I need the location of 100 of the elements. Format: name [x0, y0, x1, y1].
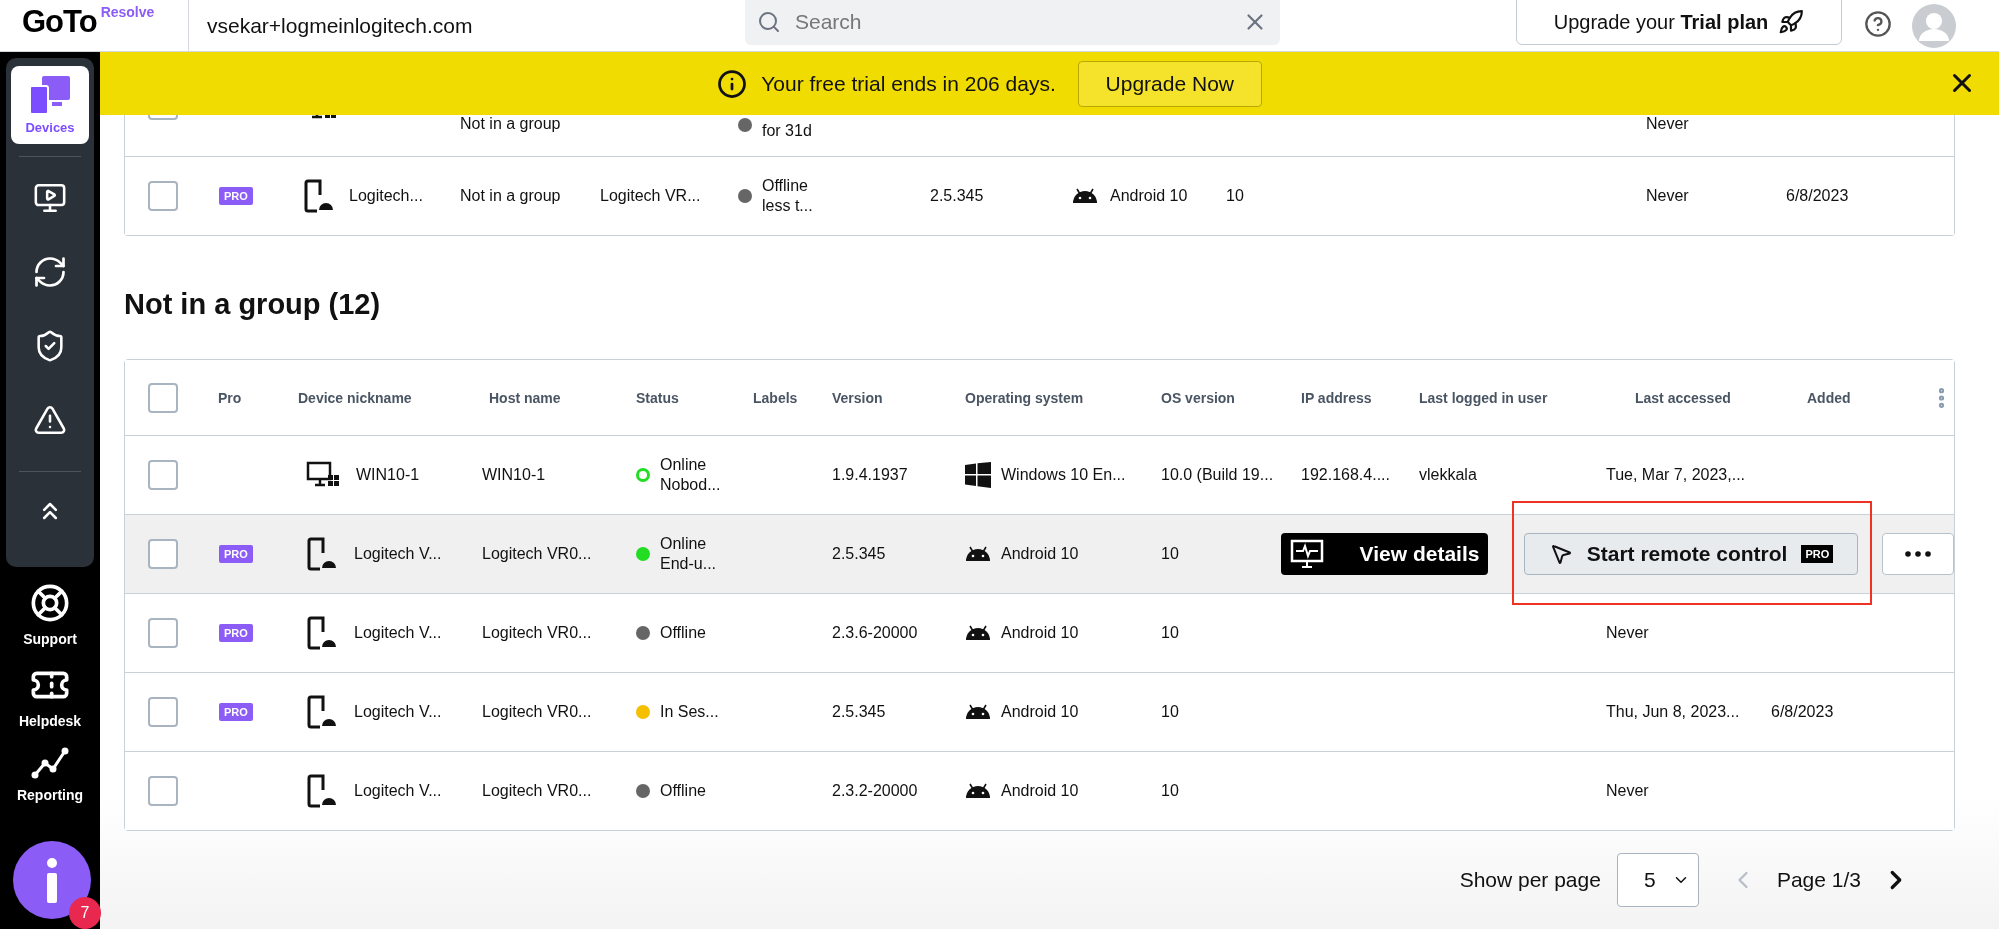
table-cell: Logitech VR0...: [482, 545, 592, 563]
table-cell: Windows 10 En...: [1001, 466, 1126, 484]
table-cell: Logitech V...: [354, 703, 442, 721]
help-icon[interactable]: [1864, 9, 1892, 38]
upgrade-now-button[interactable]: Upgrade Now: [1077, 60, 1262, 107]
windows-logo-icon: [965, 462, 991, 488]
search-field[interactable]: Search: [793, 9, 1230, 35]
nav-item[interactable]: Reporting: [16, 747, 84, 803]
table-cell: 2.5.345: [832, 545, 886, 563]
rocket-icon: [1778, 9, 1805, 35]
checkbox[interactable]: [148, 181, 178, 211]
table-cell: 192.168.4....: [1301, 466, 1390, 484]
pro-badge: PRO: [219, 187, 253, 205]
table-cell: WIN10-1: [356, 466, 420, 484]
page-indicator: Page 1/3: [1776, 868, 1861, 892]
pro-badge: PRO: [219, 703, 253, 721]
table-cell: Android 10: [1001, 624, 1079, 642]
table-cell: Android 10: [1001, 782, 1079, 800]
checkbox[interactable]: [148, 460, 178, 490]
phone-android-icon: [306, 695, 338, 729]
status-text: Offline: [660, 781, 706, 801]
column-header: Host name: [489, 389, 561, 406]
checkbox[interactable]: [148, 618, 178, 648]
devices-nav-item[interactable]: Devices: [11, 66, 89, 144]
table-cell: Logitech V...: [354, 624, 442, 642]
view-details-button[interactable]: View details: [1281, 533, 1488, 575]
table-cell: 1.9.4.1937: [832, 466, 908, 484]
more-button[interactable]: [1882, 533, 1954, 575]
table-cell: 10: [1161, 782, 1179, 800]
line-chart-icon: [31, 747, 69, 779]
logo: GoTo: [22, 3, 97, 40]
notification-badge: 7: [69, 897, 101, 929]
search-bar[interactable]: Search: [745, 0, 1280, 45]
table-cell: Logitech VR0...: [482, 703, 592, 721]
warning-icon: [33, 403, 67, 437]
select-all-checkbox[interactable]: [148, 382, 178, 413]
search-icon: [757, 10, 781, 34]
table-cell: 10: [1161, 703, 1179, 721]
table-cell: WIN10-1: [482, 466, 546, 484]
nav-item[interactable]: Support: [23, 583, 77, 647]
column-header: Device nickname: [298, 389, 412, 406]
table-cell: 6/8/2023: [1786, 187, 1849, 205]
column-header: Last accessed: [1635, 389, 1731, 406]
per-page-label: Show per page: [1459, 868, 1601, 892]
column-header: Added: [1807, 389, 1851, 406]
table-cell: Logitech V...: [354, 545, 442, 563]
phone-android-icon: [303, 179, 335, 213]
table-cell: Android 10: [1001, 545, 1079, 563]
more-dots-icon: [1905, 551, 1931, 557]
column-header: Version: [832, 389, 883, 406]
table-cell: 6/8/2023: [1771, 703, 1834, 721]
pro-badge: PRO: [219, 545, 253, 563]
table-cell: Not in a group: [460, 187, 561, 205]
checkbox[interactable]: [148, 697, 178, 727]
table-cell: Logitech VR0...: [482, 624, 592, 642]
upgrade-button[interactable]: Upgrade your Trial plan: [1516, 0, 1842, 45]
phone-android-icon: [306, 774, 338, 808]
phone-android-icon: [306, 537, 338, 571]
status-text: Offline: [660, 623, 706, 643]
android-icon: [965, 704, 991, 720]
table-cell: 2.3.6-20000: [832, 624, 918, 642]
column-header: OS version: [1161, 389, 1235, 406]
checkbox[interactable]: [148, 539, 178, 569]
table-cell: Logitech...: [349, 187, 423, 205]
column-header: Labels: [753, 389, 798, 406]
android-icon: [965, 783, 991, 799]
status-text: Offline less t...: [762, 176, 814, 216]
pro-badge: PRO: [219, 624, 253, 642]
table-cell: Thu, Jun 8, 2023...: [1606, 703, 1740, 721]
monitor-play-icon: [33, 181, 67, 215]
column-header: Status: [636, 389, 679, 406]
table-cell: Android 10: [1110, 187, 1188, 205]
start-remote-control-button[interactable]: Start remote control PRO: [1524, 533, 1858, 575]
monitor-pulse-icon: [1289, 539, 1324, 569]
table-cell: 10: [1161, 545, 1179, 563]
checkbox[interactable]: [148, 776, 178, 806]
android-icon: [1072, 188, 1098, 204]
table-cell: Logitech V...: [354, 782, 442, 800]
table-cell: Logitech VR...: [600, 187, 701, 205]
per-page-select[interactable]: 5: [1616, 853, 1699, 907]
table-cell: 10: [1226, 187, 1244, 205]
info-icon: [45, 857, 59, 903]
table-cell: Never: [1606, 782, 1649, 800]
info-icon: [717, 68, 748, 99]
table-cell: Tue, Mar 7, 2023,...: [1606, 466, 1746, 484]
devices-icon: [28, 75, 72, 116]
refresh-icon: [32, 254, 68, 290]
table-cell: 10.0 (Build 19...: [1161, 466, 1274, 484]
table-cell: 2.5.345: [930, 187, 984, 205]
android-icon: [965, 625, 991, 641]
banner-text: Your free trial ends in 206 days.: [761, 71, 1056, 96]
nav-item[interactable]: Helpdesk: [18, 665, 82, 729]
table-cell: Never: [1606, 624, 1649, 642]
table-cell: 10: [1161, 624, 1179, 642]
column-header: Pro: [218, 389, 242, 406]
desktop-windows-icon: [306, 461, 340, 489]
android-icon: [965, 546, 991, 562]
table-cell: 2.5.345: [832, 703, 886, 721]
group-title: Not in a group (12): [124, 288, 382, 321]
column-header: Last logged in user: [1419, 389, 1548, 406]
